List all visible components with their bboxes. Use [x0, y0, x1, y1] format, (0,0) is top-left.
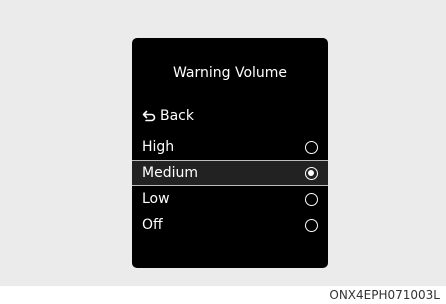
radio-selected-icon[interactable]	[305, 166, 318, 180]
option-off[interactable]: Off	[132, 212, 328, 238]
back-button[interactable]: Back	[132, 105, 328, 127]
volume-options-list: High Medium Low Off	[132, 134, 328, 238]
back-arrow-icon	[142, 110, 156, 122]
option-low[interactable]: Low	[132, 186, 328, 212]
radio-unselected-icon[interactable]	[305, 140, 318, 154]
option-label: Medium	[142, 165, 198, 181]
option-medium[interactable]: Medium	[132, 160, 328, 186]
option-label: High	[142, 139, 175, 155]
option-label: Low	[142, 191, 170, 207]
cluster-display: Warning Volume Back High Medium Low Off	[132, 38, 328, 268]
option-high[interactable]: High	[132, 134, 328, 160]
back-label: Back	[160, 108, 194, 124]
figure-code: ONX4EPH071003L	[329, 288, 440, 302]
menu-title: Warning Volume	[172, 65, 288, 81]
option-label: Off	[142, 217, 163, 233]
radio-unselected-icon[interactable]	[305, 218, 318, 232]
radio-unselected-icon[interactable]	[305, 192, 318, 206]
